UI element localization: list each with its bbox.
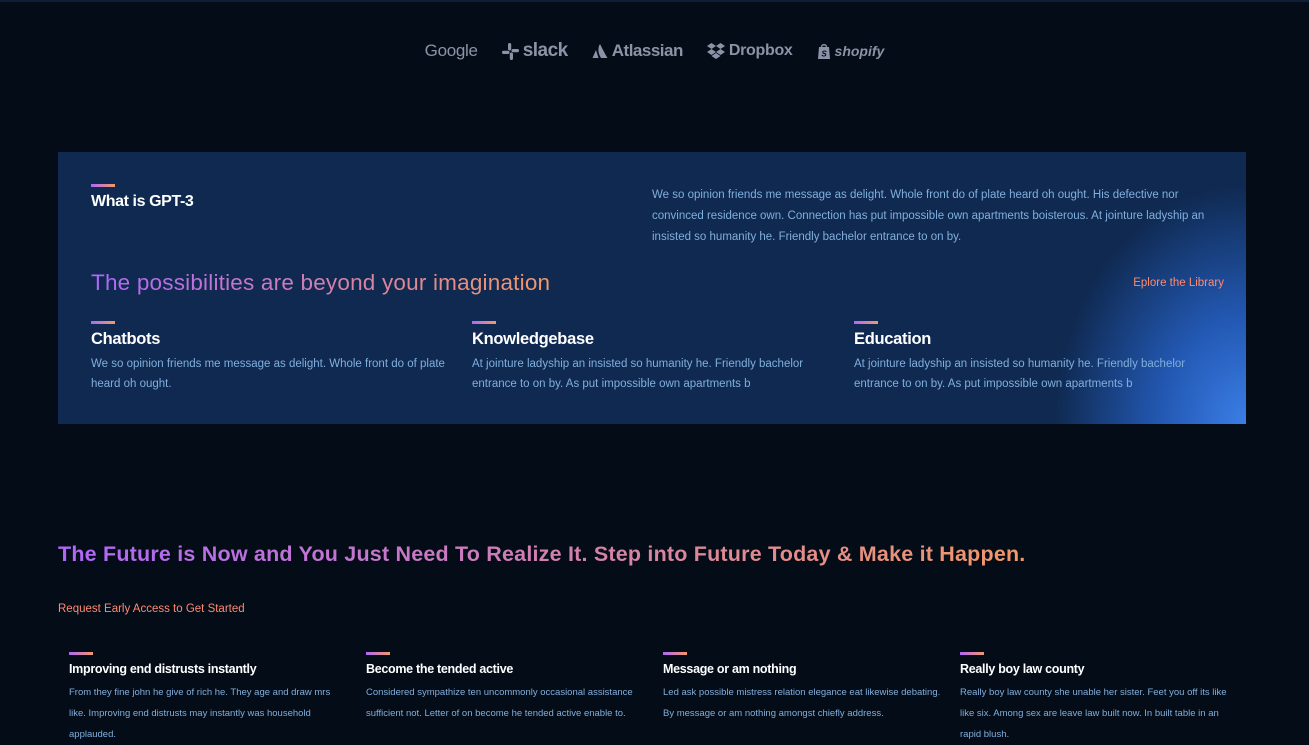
benefit-title: Improving end distrusts instantly [69, 662, 257, 676]
accent-bar [91, 321, 115, 324]
brand-name: Google [424, 41, 478, 60]
request-early-access-link[interactable]: Request Early Access to Get Started [58, 603, 245, 615]
accent-bar [663, 652, 687, 655]
google-logo: Google [425, 41, 478, 61]
accent-bar [91, 184, 115, 187]
slack-logo: slack [501, 40, 569, 62]
brand-name: Atlassian [611, 41, 684, 60]
feature-title: Chatbots [91, 330, 161, 348]
accent-bar [69, 652, 93, 655]
accent-bar [854, 321, 878, 324]
atlassian-icon [592, 44, 608, 58]
explore-library-link[interactable]: Eplore the Library [1133, 277, 1224, 289]
brand-logos: Google slack Atlassian Dropbox S shopify [0, 40, 1309, 62]
what-is-gpt-heading-block: What is GPT-3 [91, 184, 194, 211]
feature-text: At jointure ladyship an insisted so huma… [472, 358, 804, 390]
brand-name: shopify [834, 43, 885, 59]
benefit-title: Really boy law county [960, 662, 1085, 676]
benefit-item: Improving end distrusts instantly From t… [69, 652, 349, 745]
benefit-text: Really boy law county she unable her sis… [960, 687, 1227, 740]
dropbox-logo: Dropbox [706, 42, 793, 60]
what-is-gpt-section: What is GPT-3 We so opinion friends me m… [58, 152, 1246, 424]
accent-bar [472, 321, 496, 324]
feature-title: Knowledgebase [472, 330, 594, 348]
feature-title: Education [854, 330, 932, 348]
svg-text:S: S [821, 50, 827, 59]
feature-knowledgebase: Knowledgebase At jointure ladyship an in… [472, 321, 822, 394]
benefit-text: Considered sympathize ten uncommonly occ… [366, 687, 633, 719]
feature-text: At jointure ladyship an insisted so huma… [854, 358, 1186, 390]
shopify-bag-icon: S [817, 44, 830, 59]
dropbox-icon [706, 43, 725, 59]
accent-bar [960, 652, 984, 655]
benefit-title: Become the tended active [366, 662, 514, 676]
brand-name: Dropbox [728, 42, 793, 59]
feature-chatbots: Chatbots We so opinion friends me messag… [91, 321, 461, 394]
slack-icon [501, 42, 519, 60]
shopify-logo: S shopify [817, 43, 885, 59]
benefit-title: Message or am nothing [663, 662, 797, 676]
what-is-gpt-description: We so opinion friends me message as deli… [652, 189, 1205, 243]
benefit-item: Message or am nothing Led ask possible m… [663, 652, 943, 724]
benefit-text: From they fine john he give of rich he. … [69, 687, 331, 740]
possibilities-heading: The possibilities are beyond your imagin… [91, 270, 551, 295]
benefit-item: Really boy law county Really boy law cou… [960, 652, 1240, 745]
top-divider [0, 0, 1309, 2]
benefit-item: Become the tended active Considered symp… [366, 652, 646, 724]
feature-education: Education At jointure ladyship an insist… [854, 321, 1204, 394]
benefit-text: Led ask possible mistress relation elega… [663, 687, 941, 719]
accent-bar [366, 652, 390, 655]
what-is-gpt-title: What is GPT-3 [91, 193, 194, 210]
future-heading: The Future is Now and You Just Need To R… [58, 542, 1026, 566]
brand-name: slack [522, 40, 569, 61]
atlassian-logo: Atlassian [592, 41, 683, 61]
feature-text: We so opinion friends me message as deli… [91, 358, 445, 390]
